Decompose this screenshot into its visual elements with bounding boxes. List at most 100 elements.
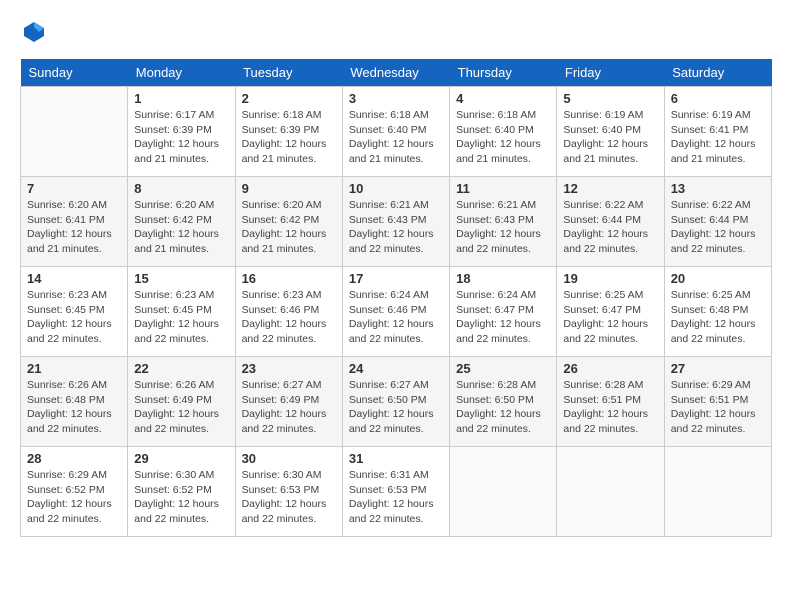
calendar-cell: 20Sunrise: 6:25 AMSunset: 6:48 PMDayligh… — [664, 267, 771, 357]
calendar-cell: 12Sunrise: 6:22 AMSunset: 6:44 PMDayligh… — [557, 177, 664, 267]
calendar-cell: 6Sunrise: 6:19 AMSunset: 6:41 PMDaylight… — [664, 87, 771, 177]
day-info: Sunrise: 6:25 AMSunset: 6:48 PMDaylight:… — [671, 288, 765, 347]
week-row-3: 14 Sunrise: 6:23 AMSunset: 6:45 PMDayligh… — [21, 267, 772, 357]
weekday-header-tuesday: Tuesday — [235, 59, 342, 87]
calendar-cell: 23Sunrise: 6:27 AMSunset: 6:49 PMDayligh… — [235, 357, 342, 447]
calendar-cell: 2Sunrise: 6:18 AMSunset: 6:39 PMDaylight… — [235, 87, 342, 177]
day-info: Sunrise: 6:23 AMSunset: 6:45 PMDaylight:… — [134, 288, 228, 347]
day-number: 31 — [349, 451, 443, 466]
day-number: 25 — [456, 361, 550, 376]
day-info: Sunrise: 6:31 AMSunset: 6:53 PMDaylight:… — [349, 468, 443, 527]
calendar-cell: 5 Sunrise: 6:19 AMSunset: 6:40 PMDaylight… — [557, 87, 664, 177]
calendar-cell: 30 Sunrise: 6:30 AMSunset: 6:53 PMDayligh… — [235, 447, 342, 537]
page-header — [20, 20, 772, 49]
day-info: Sunrise: 6:19 AMSunset: 6:41 PMDaylight:… — [671, 108, 765, 167]
day-number: 24 — [349, 361, 443, 376]
day-number: 18 — [456, 271, 550, 286]
day-info: Sunrise: 6:21 AMSunset: 6:43 PMDaylight:… — [349, 198, 443, 257]
calendar-cell: 29 Sunrise: 6:30 AMSunset: 6:52 PMDayligh… — [128, 447, 235, 537]
day-info: Sunrise: 6:24 AMSunset: 6:46 PMDaylight:… — [349, 288, 443, 347]
day-number: 28 — [27, 451, 121, 466]
calendar-cell: 15 Sunrise: 6:23 AMSunset: 6:45 PMDayligh… — [128, 267, 235, 357]
day-number: 5 — [563, 91, 657, 106]
day-info: Sunrise: 6:25 AMSunset: 6:47 PMDaylight:… — [563, 288, 657, 347]
day-number: 30 — [242, 451, 336, 466]
day-info: Sunrise: 6:24 AMSunset: 6:47 PMDaylight:… — [456, 288, 550, 347]
weekday-header-saturday: Saturday — [664, 59, 771, 87]
calendar-cell — [557, 447, 664, 537]
calendar-table: SundayMondayTuesdayWednesdayThursdayFrid… — [20, 59, 772, 537]
day-number: 16 — [242, 271, 336, 286]
day-info: Sunrise: 6:22 AMSunset: 6:44 PMDaylight:… — [671, 198, 765, 257]
day-number: 29 — [134, 451, 228, 466]
day-number: 22 — [134, 361, 228, 376]
calendar-cell: 13Sunrise: 6:22 AMSunset: 6:44 PMDayligh… — [664, 177, 771, 267]
day-info: Sunrise: 6:28 AMSunset: 6:50 PMDaylight:… — [456, 378, 550, 437]
weekday-header-sunday: Sunday — [21, 59, 128, 87]
week-row-4: 21Sunrise: 6:26 AMSunset: 6:48 PMDayligh… — [21, 357, 772, 447]
day-info: Sunrise: 6:23 AMSunset: 6:45 PMDaylight:… — [27, 288, 121, 347]
day-number: 17 — [349, 271, 443, 286]
calendar-cell — [21, 87, 128, 177]
day-number: 19 — [563, 271, 657, 286]
day-info: Sunrise: 6:18 AMSunset: 6:40 PMDaylight:… — [349, 108, 443, 167]
calendar-cell: 28 Sunrise: 6:29 AMSunset: 6:52 PMDayligh… — [21, 447, 128, 537]
day-info: Sunrise: 6:18 AMSunset: 6:40 PMDaylight:… — [456, 108, 550, 167]
calendar-cell — [450, 447, 557, 537]
day-number: 3 — [349, 91, 443, 106]
day-number: 9 — [242, 181, 336, 196]
calendar-cell: 27 Sunrise: 6:29 AMSunset: 6:51 PMDayligh… — [664, 357, 771, 447]
day-info: Sunrise: 6:30 AMSunset: 6:52 PMDaylight:… — [134, 468, 228, 527]
day-number: 27 — [671, 361, 765, 376]
day-info: Sunrise: 6:29 AMSunset: 6:51 PMDaylight:… — [671, 378, 765, 437]
day-number: 14 — [27, 271, 121, 286]
calendar-cell: 21Sunrise: 6:26 AMSunset: 6:48 PMDayligh… — [21, 357, 128, 447]
day-info: Sunrise: 6:21 AMSunset: 6:43 PMDaylight:… — [456, 198, 550, 257]
day-info: Sunrise: 6:20 AMSunset: 6:42 PMDaylight:… — [134, 198, 228, 257]
calendar-cell: 11 Sunrise: 6:21 AMSunset: 6:43 PMDayligh… — [450, 177, 557, 267]
day-info: Sunrise: 6:28 AMSunset: 6:51 PMDaylight:… — [563, 378, 657, 437]
day-number: 1 — [134, 91, 228, 106]
day-info: Sunrise: 6:29 AMSunset: 6:52 PMDaylight:… — [27, 468, 121, 527]
day-info: Sunrise: 6:19 AMSunset: 6:40 PMDaylight:… — [563, 108, 657, 167]
day-number: 11 — [456, 181, 550, 196]
day-number: 8 — [134, 181, 228, 196]
logo — [20, 20, 46, 49]
calendar-cell: 1 Sunrise: 6:17 AMSunset: 6:39 PMDaylight… — [128, 87, 235, 177]
calendar-cell — [664, 447, 771, 537]
calendar-cell: 31 Sunrise: 6:31 AMSunset: 6:53 PMDayligh… — [342, 447, 449, 537]
calendar-cell: 10Sunrise: 6:21 AMSunset: 6:43 PMDayligh… — [342, 177, 449, 267]
weekday-header-thursday: Thursday — [450, 59, 557, 87]
day-info: Sunrise: 6:20 AMSunset: 6:41 PMDaylight:… — [27, 198, 121, 257]
calendar-cell: 17 Sunrise: 6:24 AMSunset: 6:46 PMDayligh… — [342, 267, 449, 357]
day-info: Sunrise: 6:26 AMSunset: 6:49 PMDaylight:… — [134, 378, 228, 437]
day-info: Sunrise: 6:23 AMSunset: 6:46 PMDaylight:… — [242, 288, 336, 347]
day-info: Sunrise: 6:20 AMSunset: 6:42 PMDaylight:… — [242, 198, 336, 257]
day-info: Sunrise: 6:26 AMSunset: 6:48 PMDaylight:… — [27, 378, 121, 437]
day-info: Sunrise: 6:17 AMSunset: 6:39 PMDaylight:… — [134, 108, 228, 167]
day-number: 12 — [563, 181, 657, 196]
calendar-cell: 4 Sunrise: 6:18 AMSunset: 6:40 PMDaylight… — [450, 87, 557, 177]
calendar-cell: 26 Sunrise: 6:28 AMSunset: 6:51 PMDayligh… — [557, 357, 664, 447]
day-number: 23 — [242, 361, 336, 376]
day-number: 2 — [242, 91, 336, 106]
day-number: 15 — [134, 271, 228, 286]
calendar-cell: 19 Sunrise: 6:25 AMSunset: 6:47 PMDayligh… — [557, 267, 664, 357]
calendar-cell: 16 Sunrise: 6:23 AMSunset: 6:46 PMDayligh… — [235, 267, 342, 357]
weekday-header-row: SundayMondayTuesdayWednesdayThursdayFrid… — [21, 59, 772, 87]
calendar-cell: 24Sunrise: 6:27 AMSunset: 6:50 PMDayligh… — [342, 357, 449, 447]
week-row-2: 7Sunrise: 6:20 AMSunset: 6:41 PMDaylight… — [21, 177, 772, 267]
week-row-1: 1 Sunrise: 6:17 AMSunset: 6:39 PMDaylight… — [21, 87, 772, 177]
weekday-header-friday: Friday — [557, 59, 664, 87]
calendar-cell: 7Sunrise: 6:20 AMSunset: 6:41 PMDaylight… — [21, 177, 128, 267]
weekday-header-monday: Monday — [128, 59, 235, 87]
calendar-cell: 18 Sunrise: 6:24 AMSunset: 6:47 PMDayligh… — [450, 267, 557, 357]
day-info: Sunrise: 6:30 AMSunset: 6:53 PMDaylight:… — [242, 468, 336, 527]
calendar-cell: 3 Sunrise: 6:18 AMSunset: 6:40 PMDaylight… — [342, 87, 449, 177]
day-number: 4 — [456, 91, 550, 106]
day-number: 26 — [563, 361, 657, 376]
logo-icon — [22, 20, 46, 44]
calendar-cell: 8 Sunrise: 6:20 AMSunset: 6:42 PMDaylight… — [128, 177, 235, 267]
calendar-cell: 14 Sunrise: 6:23 AMSunset: 6:45 PMDayligh… — [21, 267, 128, 357]
weekday-header-wednesday: Wednesday — [342, 59, 449, 87]
